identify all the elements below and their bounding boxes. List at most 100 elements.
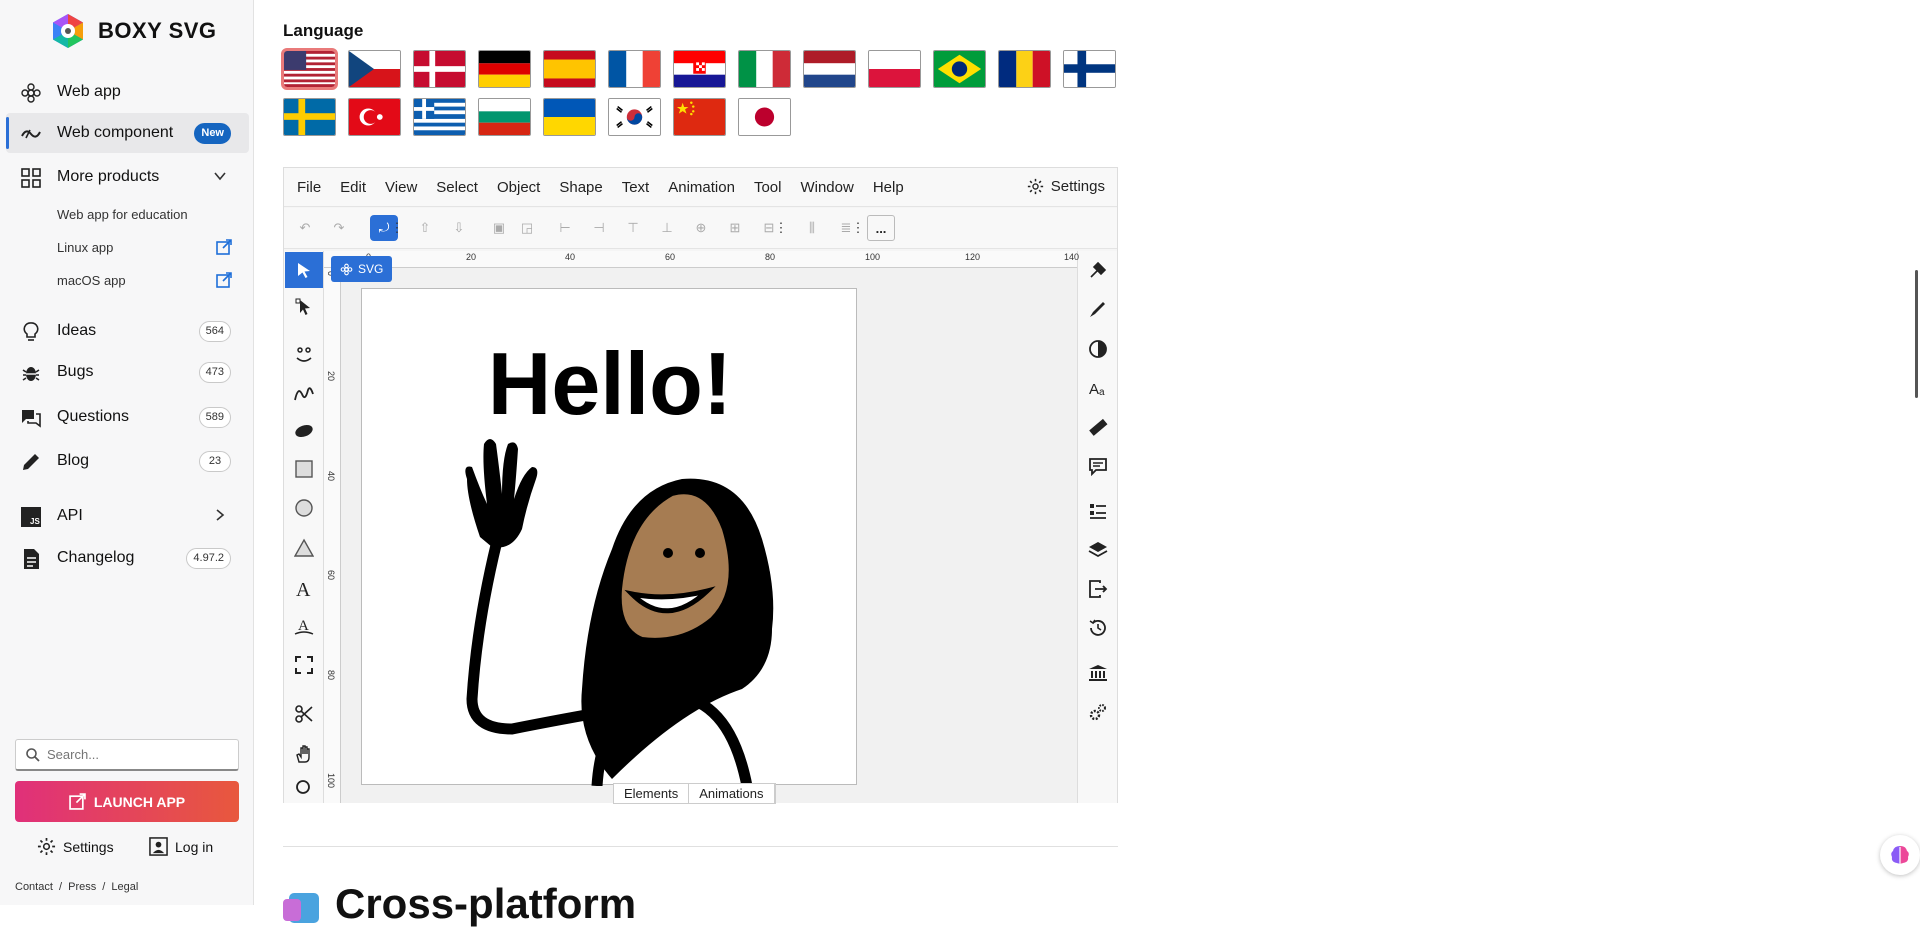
flag-dk[interactable] <box>413 50 466 88</box>
canvas-hello-text[interactable]: Hello! <box>488 334 732 433</box>
lower-icon[interactable]: ⇩ <box>445 215 473 241</box>
flag-pl[interactable] <box>868 50 921 88</box>
comment-panel-icon[interactable] <box>1079 448 1117 484</box>
sub-item-linux[interactable]: Linux app <box>57 240 113 255</box>
sub-item-macos[interactable]: macOS app <box>57 273 126 288</box>
align-left-icon[interactable]: ⊢ <box>551 215 579 241</box>
menu-view[interactable]: View <box>385 179 417 196</box>
menu-animation[interactable]: Animation <box>668 179 735 196</box>
freehand-tool-icon[interactable] <box>285 375 323 411</box>
menu-object[interactable]: Object <box>497 179 540 196</box>
flag-br[interactable] <box>933 50 986 88</box>
align-center-icon[interactable]: ⊕ <box>687 215 715 241</box>
snap-options-icon[interactable]: ⋮ <box>389 215 405 241</box>
library-panel-icon[interactable] <box>1079 655 1117 691</box>
ellipse-blob-tool-icon[interactable] <box>285 413 323 449</box>
flag-fr[interactable] <box>608 50 661 88</box>
raise-icon[interactable]: ⇧ <box>411 215 439 241</box>
nav-more-products[interactable]: More products <box>6 157 249 197</box>
menu-file[interactable]: File <box>297 179 321 196</box>
ruler-panel-icon[interactable] <box>1079 409 1117 445</box>
flag-it[interactable] <box>738 50 791 88</box>
redo-icon[interactable]: ↷ <box>325 215 353 241</box>
align-hcenter-icon[interactable]: ⊞ <box>721 215 749 241</box>
flag-bg[interactable] <box>478 98 531 136</box>
flag-de[interactable] <box>478 50 531 88</box>
nav-web-component[interactable]: Web component New <box>6 113 249 153</box>
list-panel-icon[interactable] <box>1079 493 1117 529</box>
page-scrollbar[interactable] <box>1915 270 1918 398</box>
menu-help[interactable]: Help <box>873 179 904 196</box>
menu-edit[interactable]: Edit <box>340 179 366 196</box>
edit-tool-icon[interactable] <box>285 289 323 325</box>
align-bottom-icon[interactable]: ⊥ <box>653 215 681 241</box>
settings-button[interactable]: Settings <box>37 837 114 856</box>
nav-api[interactable]: JS API <box>6 496 249 536</box>
flag-kr[interactable] <box>608 98 661 136</box>
frame-tool-icon[interactable] <box>285 647 323 683</box>
stroke-panel-icon[interactable] <box>1079 291 1117 327</box>
menu-select[interactable]: Select <box>436 179 478 196</box>
flag-cz[interactable] <box>348 50 401 88</box>
menu-window[interactable]: Window <box>800 179 853 196</box>
flag-ua[interactable] <box>543 98 596 136</box>
flag-cn[interactable] <box>673 98 726 136</box>
select-tool-icon[interactable] <box>285 252 323 288</box>
flag-tr[interactable] <box>348 98 401 136</box>
tab-elements[interactable]: Elements <box>614 784 690 803</box>
assistant-button[interactable] <box>1880 835 1920 875</box>
external-link-icon[interactable] <box>216 239 232 255</box>
flag-jp[interactable] <box>738 98 791 136</box>
rectangle-tool-icon[interactable] <box>285 451 323 487</box>
hand-tool-icon[interactable] <box>285 736 323 772</box>
svg-element-tag[interactable]: SVG <box>331 256 393 282</box>
sub-item-education[interactable]: Web app for education <box>57 207 188 222</box>
flag-nl[interactable] <box>803 50 856 88</box>
nav-questions[interactable]: Questions 589 <box>6 397 249 437</box>
flag-ro[interactable] <box>998 50 1051 88</box>
logo[interactable]: BOXY SVG <box>50 13 217 49</box>
align-options-icon[interactable]: ⋮ <box>773 215 789 241</box>
nav-blog[interactable]: Blog 23 <box>6 441 249 481</box>
face-tool-icon[interactable] <box>285 337 323 373</box>
menu-text[interactable]: Text <box>622 179 650 196</box>
press-link[interactable]: Press <box>68 881 96 893</box>
flag-es[interactable] <box>543 50 596 88</box>
text-path-tool-icon[interactable]: A <box>285 608 323 644</box>
canvas[interactable]: Hello! <box>341 268 1077 803</box>
flag-gr[interactable] <box>413 98 466 136</box>
defs-panel-icon[interactable] <box>1079 694 1117 730</box>
artboard[interactable]: Hello! <box>361 288 857 788</box>
align-right-icon[interactable]: ⊣ <box>585 215 613 241</box>
nav-web-app[interactable]: Web app <box>6 72 249 112</box>
flag-us[interactable] <box>281 48 338 90</box>
nav-ideas[interactable]: Ideas 564 <box>6 311 249 351</box>
menu-tool[interactable]: Tool <box>754 179 782 196</box>
contact-link[interactable]: Contact <box>15 881 53 893</box>
zoom-tool-icon[interactable] <box>285 774 323 802</box>
export-panel-icon[interactable] <box>1079 571 1117 607</box>
ungroup-icon[interactable]: ◲ <box>513 215 541 241</box>
flag-fi[interactable] <box>1063 50 1116 88</box>
scissors-icon[interactable] <box>285 696 323 732</box>
nav-bugs[interactable]: Bugs 473 <box>6 352 249 392</box>
external-link-icon[interactable] <box>216 272 232 288</box>
align-top-icon[interactable]: ⊤ <box>619 215 647 241</box>
tab-animations[interactable]: Animations <box>689 784 775 803</box>
layers-panel-icon[interactable] <box>1079 532 1117 568</box>
distribute-h-icon[interactable]: ⫼ <box>798 215 826 241</box>
circle-tool-icon[interactable] <box>285 490 323 526</box>
fill-panel-icon[interactable] <box>1079 252 1117 288</box>
history-panel-icon[interactable] <box>1079 610 1117 646</box>
flag-hr[interactable] <box>673 50 726 88</box>
flag-se[interactable] <box>283 98 336 136</box>
login-button[interactable]: Log in <box>149 837 213 856</box>
typography-panel-icon[interactable]: Aa <box>1079 370 1117 406</box>
more-button[interactable]: ... <box>867 215 895 241</box>
legal-link[interactable]: Legal <box>111 881 138 893</box>
search-box[interactable] <box>15 739 239 771</box>
nav-changelog[interactable]: Changelog 4.97.2 <box>6 538 249 578</box>
triangle-tool-icon[interactable] <box>285 530 323 566</box>
distribute-options-icon[interactable]: ⋮ <box>850 215 866 241</box>
group-icon[interactable]: ▣ <box>485 215 513 241</box>
